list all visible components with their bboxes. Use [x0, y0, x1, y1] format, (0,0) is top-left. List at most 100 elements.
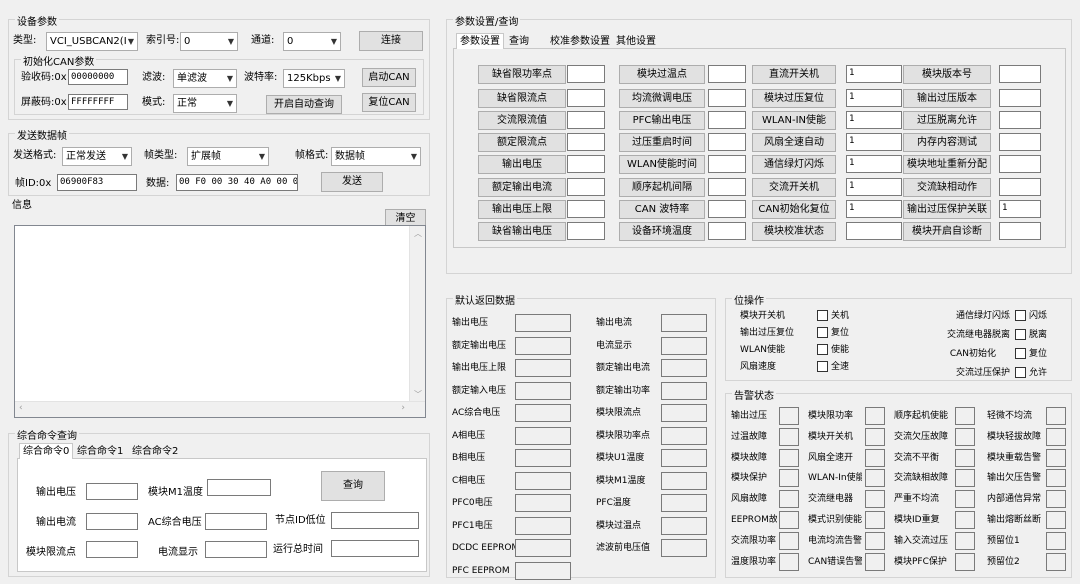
param-input-col4-6[interactable]: 1 [999, 200, 1041, 218]
horizontal-scrollbar[interactable]: ‹ › [15, 401, 425, 417]
param-input-col1-0[interactable] [567, 65, 605, 83]
cmd-field-runtime[interactable] [331, 540, 419, 557]
query-button[interactable]: 查询 [321, 471, 385, 501]
param-button-col4-6[interactable]: 输出过压保护关联 [903, 200, 991, 219]
tab-cmd0[interactable]: 综合命令0 [19, 443, 74, 459]
cmd-field-m1-temp[interactable] [207, 479, 271, 496]
param-input-col3-6[interactable]: 1 [846, 200, 902, 218]
param-input-col3-0[interactable]: 1 [846, 65, 902, 83]
param-input-col4-5[interactable] [999, 178, 1041, 196]
mode-select[interactable]: 正常 ▼ [173, 94, 237, 113]
cmd-field-node-id[interactable] [331, 512, 419, 529]
scroll-up-icon[interactable]: ︿ [414, 228, 422, 239]
param-button-col3-4[interactable]: 通信绿灯闪烁 [752, 155, 836, 174]
send-button[interactable]: 发送 [321, 172, 383, 192]
param-input-col4-7[interactable] [999, 222, 1041, 240]
return-field-left-7[interactable] [515, 471, 571, 490]
param-button-col2-7[interactable]: 设备环境温度 [619, 222, 705, 241]
return-field-left-11[interactable] [515, 561, 571, 580]
param-button-col4-5[interactable]: 交流缺相动作 [903, 178, 991, 197]
tab-calibration[interactable]: 校准参数设置 [550, 34, 610, 49]
mask-code-input[interactable]: FFFFFFFF [68, 94, 128, 110]
param-button-col4-0[interactable]: 模块版本号 [903, 65, 991, 84]
param-button-col2-3[interactable]: 过压重启时间 [619, 133, 705, 152]
param-button-col1-2[interactable]: 交流限流值 [478, 111, 566, 130]
return-field-right-2[interactable] [661, 359, 707, 377]
return-field-left-5[interactable] [515, 426, 571, 445]
return-field-left-0[interactable] [515, 314, 571, 332]
param-input-col3-3[interactable]: 1 [846, 133, 902, 151]
return-field-right-0[interactable] [661, 314, 707, 332]
param-button-col2-2[interactable]: PFC输出电压 [619, 111, 705, 130]
param-button-col4-4[interactable]: 模块地址重新分配 [903, 155, 991, 174]
return-field-right-7[interactable] [661, 471, 707, 490]
param-button-col3-1[interactable]: 模块过压复位 [752, 89, 836, 108]
acc-code-input[interactable]: 00000000 [68, 69, 128, 85]
bit-checkbox-2[interactable] [817, 344, 828, 355]
param-button-col2-6[interactable]: CAN 波特率 [619, 200, 705, 219]
tab-cmd1[interactable]: 综合命令1 [77, 444, 123, 459]
return-field-left-3[interactable] [515, 381, 571, 400]
param-input-col4-0[interactable] [999, 65, 1041, 83]
param-input-col2-2[interactable] [708, 111, 746, 129]
return-field-right-10[interactable] [661, 539, 707, 557]
param-input-col1-7[interactable] [567, 222, 605, 240]
return-field-left-2[interactable] [515, 359, 571, 377]
param-button-col4-1[interactable]: 输出过压版本 [903, 89, 991, 108]
vertical-scrollbar[interactable]: ︿ ﹀ [409, 226, 425, 402]
return-field-right-6[interactable] [661, 449, 707, 467]
type-select[interactable]: VCI_USBCAN2(I ▼ [46, 32, 138, 51]
clear-button[interactable]: 清空 [385, 209, 426, 226]
tab-cmd2[interactable]: 综合命令2 [132, 444, 178, 459]
param-input-col3-4[interactable]: 1 [846, 155, 902, 173]
param-button-col3-7[interactable]: 模块校准状态 [752, 222, 836, 241]
param-button-col1-7[interactable]: 缺省输出电压 [478, 222, 566, 241]
param-input-col1-6[interactable] [567, 200, 605, 218]
param-input-col2-1[interactable] [708, 89, 746, 107]
bit-rcheckbox-0[interactable] [1015, 310, 1026, 321]
scroll-down-icon[interactable]: ﹀ [414, 389, 422, 400]
scroll-right-icon[interactable]: › [401, 403, 405, 413]
param-input-col2-5[interactable] [708, 178, 746, 196]
param-button-col1-0[interactable]: 缺省限功率点 [478, 65, 566, 84]
cmd-field-output-current[interactable] [86, 513, 138, 530]
param-button-col2-5[interactable]: 顺序起机间隔 [619, 178, 705, 197]
return-field-right-9[interactable] [661, 516, 707, 535]
bit-rcheckbox-3[interactable] [1015, 367, 1026, 378]
bit-checkbox-1[interactable] [817, 327, 828, 338]
param-button-col2-1[interactable]: 均流微调电压 [619, 89, 705, 108]
param-input-col1-4[interactable] [567, 155, 605, 173]
channel-select[interactable]: 0 ▼ [283, 32, 341, 51]
param-input-col3-1[interactable]: 1 [846, 89, 902, 107]
scroll-left-icon[interactable]: ‹ [19, 403, 23, 413]
bit-rcheckbox-1[interactable] [1015, 329, 1026, 340]
bit-checkbox-0[interactable] [817, 310, 828, 321]
tab-param-settings[interactable]: 参数设置 [456, 33, 504, 49]
param-button-col3-0[interactable]: 直流开关机 [752, 65, 836, 84]
param-input-col1-3[interactable] [567, 133, 605, 151]
param-button-col1-1[interactable]: 缺省限流点 [478, 89, 566, 108]
return-field-left-10[interactable] [515, 539, 571, 557]
index-select[interactable]: 0 ▼ [180, 32, 238, 51]
tab-other-settings[interactable]: 其他设置 [616, 34, 656, 49]
return-field-left-1[interactable] [515, 336, 571, 355]
tab-query[interactable]: 查询 [509, 34, 529, 49]
return-field-right-1[interactable] [661, 336, 707, 355]
return-field-right-4[interactable] [661, 404, 707, 422]
param-input-col2-3[interactable] [708, 133, 746, 151]
param-button-col1-4[interactable]: 输出电压 [478, 155, 566, 174]
param-button-col1-5[interactable]: 额定输出电流 [478, 178, 566, 197]
param-input-col1-2[interactable] [567, 111, 605, 129]
param-button-col3-6[interactable]: CAN初始化复位 [752, 200, 836, 219]
return-field-left-9[interactable] [515, 516, 571, 535]
param-input-col3-5[interactable]: 1 [846, 178, 902, 196]
reset-can-button[interactable]: 复位CAN [362, 93, 416, 112]
cmd-field-ac-voltage[interactable] [205, 513, 267, 530]
return-field-right-8[interactable] [661, 494, 707, 512]
param-button-col3-5[interactable]: 交流开关机 [752, 178, 836, 197]
param-input-col4-2[interactable] [999, 111, 1041, 129]
cmd-field-current-display[interactable] [205, 541, 267, 558]
param-button-col4-7[interactable]: 模块开启自诊断 [903, 222, 991, 241]
param-input-col2-6[interactable] [708, 200, 746, 218]
param-input-col3-2[interactable]: 1 [846, 111, 902, 129]
